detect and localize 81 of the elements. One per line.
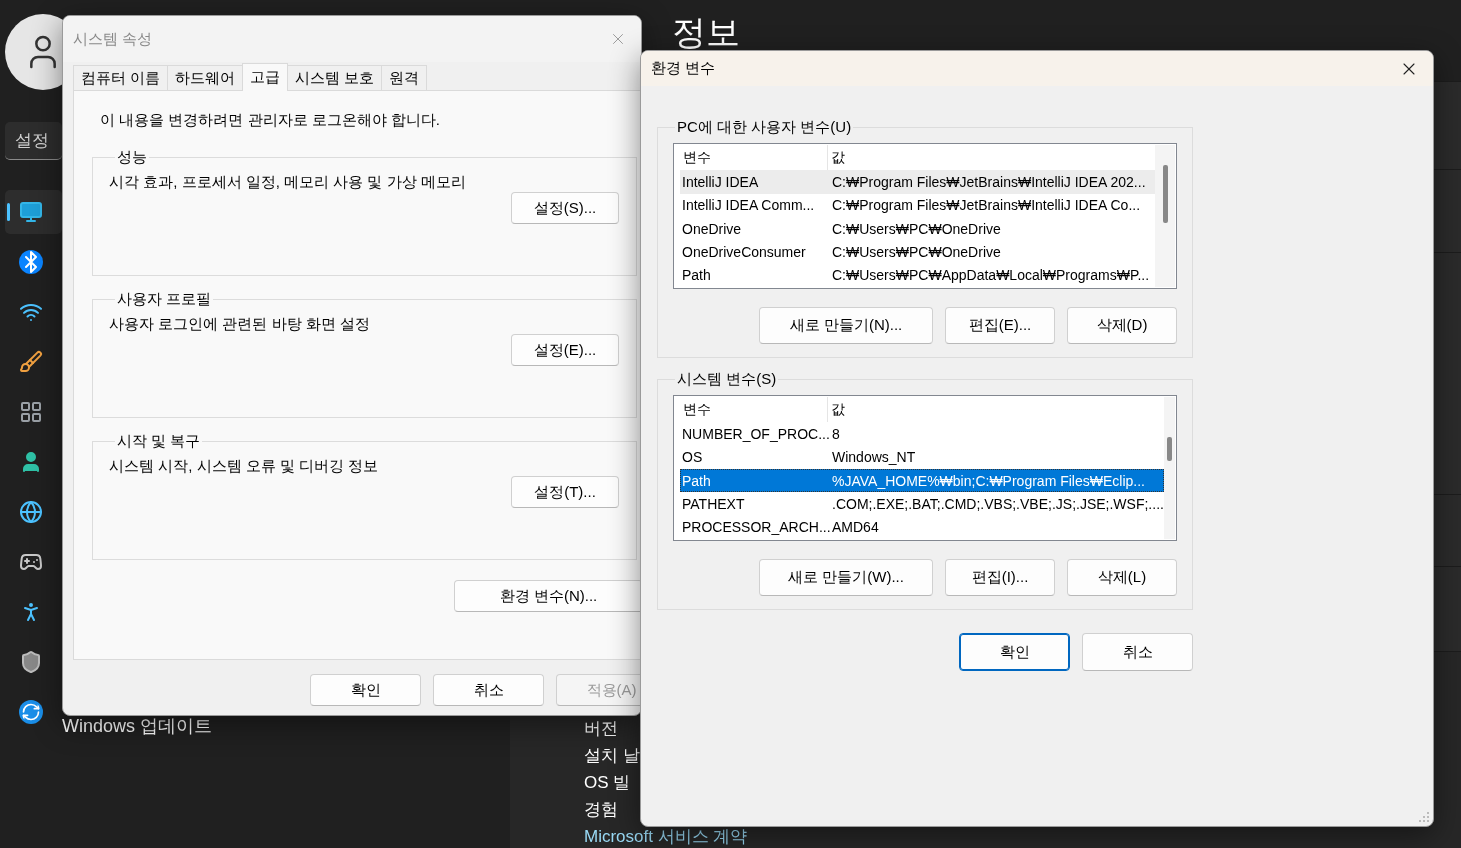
dialog-button[interactable]: 새로 만들기(W)... [759,559,933,596]
window-title: 환경 변수 [651,59,716,78]
tab[interactable]: 원격 [381,65,428,90]
group-title: 시스템 변수(S) [676,370,778,389]
dialog-button[interactable]: 취소 [1082,633,1193,671]
table-cell-text: %JAVA_HOME%₩bin;C:₩Program Files₩Eclip... [831,472,1146,489]
column-header[interactable]: 값 [828,145,1155,171]
resize-grip-icon[interactable] [1418,811,1430,823]
table-cell-text: AMD64 [831,519,880,536]
variable-row[interactable]: PROCESSOR_ARCH...AMD64 [680,515,1164,539]
dialog-button[interactable]: 삭제(L) [1067,559,1177,596]
update-icon [19,700,43,724]
globe-icon [19,500,43,524]
table-cell-text: OneDriveConsumer [681,244,807,260]
selection-indicator [7,203,10,221]
tab[interactable]: 컴퓨터 이름 [73,65,169,90]
monitor-icon [19,200,43,224]
table-cell-text: Windows_NT [831,449,917,466]
dialog-button[interactable]: 삭제(D) [1067,307,1177,344]
scrollbar[interactable] [1163,397,1175,539]
environment-variables-button[interactable]: 환경 변수(N)... [454,580,641,612]
table-cell-text: 8 [831,425,841,442]
table-cell-text: OneDrive [681,220,743,237]
variable-row[interactable]: OneDrive C:₩Users₩PC₩OneDrive [680,216,1155,241]
page-heading: 정보 [672,13,740,51]
group-title: 시작 및 복구 [116,432,202,451]
variable-row[interactable]: PATHEXT .COM;.EXE;.BAT;.CMD;.VBS;.VBE;.JS;.JSE;.WSF;.... [680,492,1164,516]
variable-row[interactable]: IntelliJ IDEA C:₩Program Files₩JetBrains₩IntelliJ IDEA 202... [680,170,1155,194]
table-cell-text: C:₩Users₩PC₩OneDrive [831,220,1002,237]
agreement-link[interactable]: Microsoft 서비스 계약 [584,826,748,848]
info-label: 설치 날 [584,745,640,767]
table-cell-text: OS [681,449,704,466]
variable-row[interactable]: OS Windows_NT [680,445,1164,469]
column-header[interactable]: 변수 [680,397,828,423]
dialog-button[interactable]: 편집(I)... [945,559,1055,596]
table-cell-text: C:₩Program Files₩JetBrains₩IntelliJ IDEA 202... [831,173,1147,190]
scrollbar[interactable] [1155,145,1175,287]
table-cell-text: NUMBER_OF_PROC... [681,425,830,442]
table-cell-text: C:₩Program Files₩JetBrains₩IntelliJ IDEA Co... [831,197,1142,214]
variable-row[interactable]: IntelliJ IDEA Comm... C:₩Program Files₩JetBrains₩IntelliJ IDEA Co... [680,193,1155,217]
window-title: 시스템 속성 [73,29,153,49]
dialog-button[interactable]: 확인 [310,674,421,706]
variable-row[interactable]: NUMBER_OF_PROC...8 [680,422,1164,446]
settings-button[interactable]: 설정(T)... [511,476,619,508]
dialog-button[interactable]: 편집(E)... [945,307,1055,344]
settings-button[interactable]: 설정(E)... [511,334,619,366]
table-cell-text: Path [681,472,712,489]
group-description: 사용자 로그인에 관련된 바탕 화면 설정 [109,315,370,334]
table-cell-text: Path [681,267,712,284]
group-title: 성능 [116,148,148,167]
dialog-button[interactable]: 취소 [433,674,544,706]
group-description: 시각 효과, 프로세서 일정, 메모리 사용 및 가상 메모리 [109,173,466,192]
variable-row[interactable]: Path %JAVA_HOME%₩bin;C:₩Program Files₩Eclip... [680,468,1164,493]
variable-row[interactable]: Path C:₩Users₩PC₩AppData₩Local₩Programs₩P... [680,263,1155,287]
table-cell-text: .COM;.EXE;.BAT;.CMD;.VBS;.VBE;.JS;.JSE;.WSF;.... [831,496,1164,512]
column-header[interactable]: 값 [828,397,1164,423]
table-cell-text: PATHEXT [681,496,746,512]
search-field[interactable]: 설정 [5,122,62,160]
nav-label[interactable]: Windows 업데이트 [62,714,213,738]
group-title: PC에 대한 사용자 변수(U) [676,118,853,137]
apps-icon [19,400,43,424]
table-cell-text: C:₩Users₩PC₩OneDrive [831,244,1002,260]
info-label: OS 빌 [584,772,631,794]
tab[interactable]: 고급 [242,63,289,91]
nav-item[interactable] [5,190,62,234]
bluetooth-icon [19,250,43,274]
dialog-button[interactable]: 새로 만들기(N)... [759,307,933,344]
info-label: 경험 [584,799,618,821]
table-cell-text: C:₩Users₩PC₩AppData₩Local₩Programs₩P... [831,267,1151,284]
dialog-button[interactable]: 확인 [959,633,1070,671]
group-title: 사용자 프로필 [116,290,213,309]
table-cell-text: PROCESSOR_ARCH... [681,519,830,536]
settings-button[interactable]: 설정(S)... [511,192,619,224]
shield-icon [19,650,43,674]
info-label: 버전 [584,718,618,740]
table-cell-text: IntelliJ IDEA Comm... [681,197,816,214]
notice-text: 이 내용을 변경하려면 관리자로 로그온해야 합니다. [100,111,440,130]
table-cell-text: IntelliJ IDEA [681,173,760,190]
brush-icon [19,350,43,374]
group-description: 시스템 시작, 시스템 오류 및 디버깅 정보 [109,457,379,476]
variable-row[interactable]: OneDriveConsumer C:₩Users₩PC₩OneDrive [680,240,1155,264]
